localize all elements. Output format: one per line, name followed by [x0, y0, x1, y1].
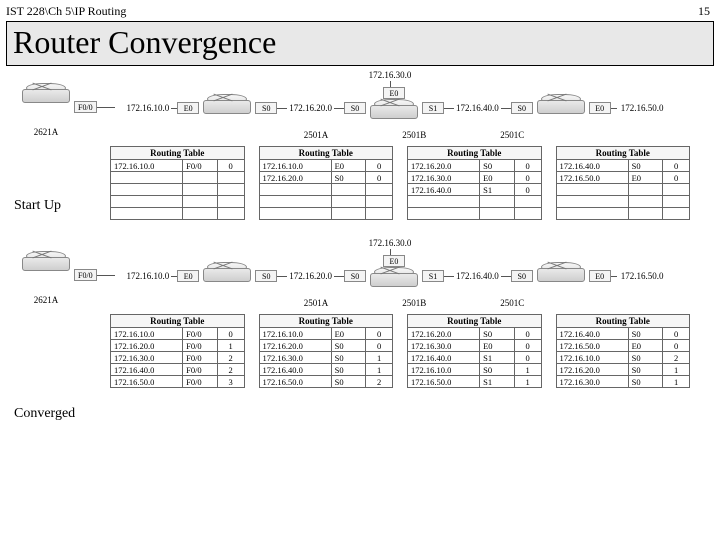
router-icon — [199, 262, 255, 290]
port-s0: S0 — [255, 102, 277, 114]
net-label: 172.16.20.0 — [287, 103, 334, 113]
routing-table-2501C: Routing Table 172.16.40.0S00 172.16.50.0… — [556, 146, 691, 220]
port-s0: S0 — [255, 270, 277, 282]
router-name: 2501A — [304, 298, 329, 308]
page-number: 15 — [698, 4, 710, 19]
port-e0: E0 — [177, 270, 199, 282]
net-label: 172.16.10.0 — [125, 271, 172, 281]
router-icon — [533, 94, 589, 122]
router-name: 2501A — [304, 130, 329, 140]
port-e0: E0 — [383, 255, 405, 267]
rt-title: Routing Table — [407, 146, 542, 159]
phase-label-converged: Converged — [14, 406, 75, 422]
port-f00: F0/0 — [74, 269, 97, 281]
router-icon — [18, 83, 74, 111]
port-s0: S0 — [344, 270, 366, 282]
net-label: 172.16.20.0 — [287, 271, 334, 281]
port-s1: S1 — [422, 102, 444, 114]
port-e0: E0 — [589, 102, 611, 114]
router-name: 2501B — [402, 298, 426, 308]
port-f00: F0/0 — [74, 101, 97, 113]
net-label: 172.16.40.0 — [454, 103, 501, 113]
router-icon — [366, 267, 422, 295]
router-name: 2501C — [500, 298, 524, 308]
router-icon — [18, 251, 74, 279]
port-e0: E0 — [177, 102, 199, 114]
port-s0: S0 — [511, 270, 533, 282]
net-label: 172.16.10.0 — [125, 103, 172, 113]
net-label: 172.16.50.0 — [621, 271, 664, 281]
routing-table-2501C: Routing Table 172.16.40.0S00 172.16.50.0… — [556, 314, 691, 388]
port-s1: S1 — [422, 270, 444, 282]
routing-table-2621A: Routing Table 172.16.10.0F0/00 172.16.20… — [110, 314, 245, 388]
rt-title: Routing Table — [259, 146, 394, 159]
routing-table-2501A: Routing Table 172.16.10.0E00 172.16.20.0… — [259, 314, 394, 388]
rt-title: Routing Table — [110, 146, 245, 159]
rt-title: Routing Table — [407, 314, 542, 327]
port-e0: E0 — [383, 87, 405, 99]
routing-tables-startup: Routing Table 172.16.10.0F0/00 Routing T… — [110, 146, 690, 220]
port-e0: E0 — [589, 270, 611, 282]
topology-diagram-converged: 172.16.30.0 172.16.10.0 E0 S0 172.16.20.… — [100, 238, 680, 308]
phase-label-startup: Start Up — [14, 198, 61, 214]
router-name: 2501B — [402, 130, 426, 140]
router-icon — [366, 99, 422, 127]
rt-title: Routing Table — [259, 314, 394, 327]
rt-title: Routing Table — [556, 314, 691, 327]
rt-title: Routing Table — [110, 314, 245, 327]
port-s0: S0 — [344, 102, 366, 114]
routing-table-2501A: Routing Table 172.16.10.0E00 172.16.20.0… — [259, 146, 394, 220]
routing-table-2501B: Routing Table 172.16.20.0S00 172.16.30.0… — [407, 146, 542, 220]
routing-table-2621A: Routing Table 172.16.10.0F0/00 — [110, 146, 245, 220]
routing-tables-converged: Routing Table 172.16.10.0F0/00 172.16.20… — [110, 314, 690, 388]
router-icon — [533, 262, 589, 290]
net-label: 172.16.40.0 — [454, 271, 501, 281]
router-icon — [199, 94, 255, 122]
net-label: 172.16.50.0 — [621, 103, 664, 113]
course-path: IST 228\Ch 5\IP Routing — [6, 4, 126, 19]
router-name: 2621A — [18, 127, 74, 137]
port-s0: S0 — [511, 102, 533, 114]
topology-diagram-startup: 172.16.30.0 172.16.10.0 E0 S0 172.16.20.… — [100, 70, 680, 140]
slide-title: Router Convergence — [6, 21, 714, 66]
net-label: 172.16.30.0 — [369, 238, 412, 248]
router-name: 2501C — [500, 130, 524, 140]
rt-title: Routing Table — [556, 146, 691, 159]
net-label: 172.16.30.0 — [369, 70, 412, 80]
routing-table-2501B: Routing Table 172.16.20.0S00 172.16.30.0… — [407, 314, 542, 388]
router-name: 2621A — [18, 295, 74, 305]
